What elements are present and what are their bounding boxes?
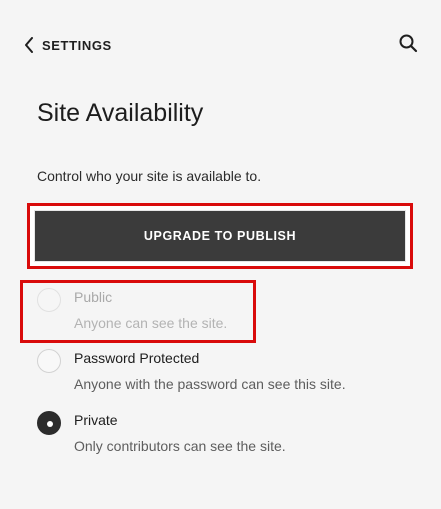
page-description: Control who your site is available to. <box>37 168 262 184</box>
option-label: Private <box>74 412 118 428</box>
search-icon <box>398 33 418 58</box>
radio-public[interactable] <box>37 288 61 312</box>
option-description: Anyone can see the site. <box>74 315 228 331</box>
back-label: SETTINGS <box>42 37 112 53</box>
chevron-left-icon <box>24 37 34 53</box>
radio-private[interactable] <box>37 411 61 435</box>
page-title: Site Availability <box>37 99 204 127</box>
back-to-settings-link[interactable]: SETTINGS <box>24 37 112 53</box>
top-bar: SETTINGS <box>24 34 419 56</box>
option-label: Password Protected <box>74 350 200 366</box>
option-public[interactable]: Public Anyone can see the site. <box>37 288 417 336</box>
option-description: Only contributors can see the site. <box>74 438 286 454</box>
upgrade-highlight: UPGRADE TO PUBLISH <box>27 203 413 269</box>
search-button[interactable] <box>397 34 419 56</box>
radio-password-protected[interactable] <box>37 349 61 373</box>
option-label: Public <box>74 289 113 305</box>
option-private[interactable]: Private Only contributors can see the si… <box>37 411 417 459</box>
option-password-protected[interactable]: Password Protected Anyone with the passw… <box>37 349 417 397</box>
upgrade-to-publish-button[interactable]: UPGRADE TO PUBLISH <box>34 210 406 262</box>
option-description: Anyone with the password can see this si… <box>74 376 346 392</box>
settings-panel: SETTINGS Site Availability Control who y… <box>0 0 441 509</box>
